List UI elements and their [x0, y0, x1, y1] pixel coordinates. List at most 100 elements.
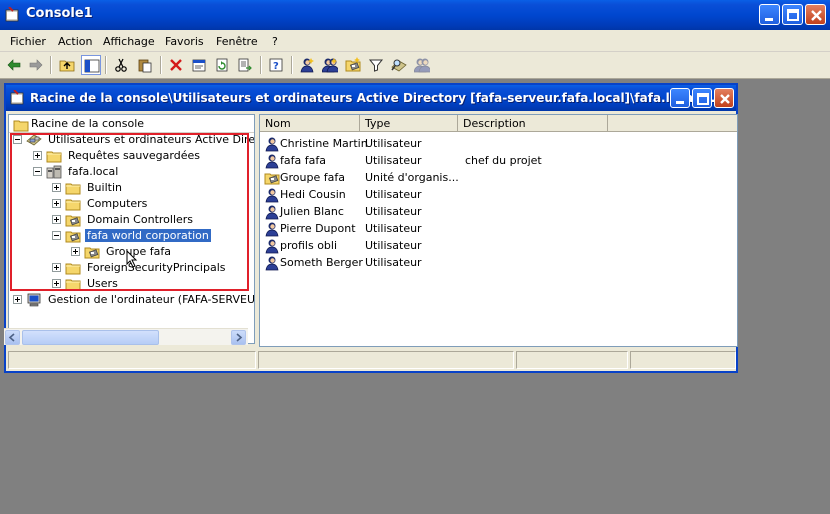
- up-one-level-button[interactable]: [57, 55, 77, 75]
- child-minimize-button[interactable]: [670, 88, 690, 108]
- list-row[interactable]: Christine Martin Utilisateur: [260, 135, 730, 152]
- chevron-right-icon: [236, 333, 243, 342]
- delete-icon: [170, 59, 182, 71]
- new-user-button[interactable]: [297, 55, 317, 75]
- maximize-icon: [787, 9, 799, 21]
- status-cell: [8, 351, 256, 369]
- user-icon: [264, 221, 280, 237]
- folder-icon: [13, 117, 29, 133]
- mmc-app-icon: [5, 7, 19, 22]
- tree-horizontal-scrollbar[interactable]: [4, 328, 248, 345]
- menu-fichier[interactable]: Fichier: [10, 35, 46, 48]
- expand-plus-icon[interactable]: [13, 295, 22, 304]
- column-header-description[interactable]: Description: [458, 115, 608, 132]
- scroll-left-button[interactable]: [5, 330, 20, 345]
- toolbar-separator: [260, 56, 262, 74]
- mmc-console-icon: [10, 90, 24, 105]
- child-window-title-bar[interactable]: Racine de la console\Utilisateurs et ord…: [6, 85, 736, 111]
- close-icon: [720, 94, 730, 104]
- paste-button[interactable]: [135, 55, 155, 75]
- cut-button[interactable]: [111, 55, 131, 75]
- menu-favoris[interactable]: Favoris: [165, 35, 204, 48]
- show-hide-tree-button[interactable]: [81, 55, 101, 75]
- back-button[interactable]: [4, 55, 24, 75]
- new-group-icon: [322, 58, 338, 73]
- menu-help[interactable]: ?: [272, 35, 278, 48]
- close-icon: [811, 10, 822, 21]
- child-close-button[interactable]: [714, 88, 734, 108]
- list-row[interactable]: Groupe fafa Unité d'organis...: [260, 169, 730, 186]
- tree-node-label: Gestion de l'ordinateur (FAFA-SERVEUR.F: [48, 293, 255, 306]
- list-cell-type: Utilisateur: [365, 188, 422, 201]
- app-title: Console1: [26, 6, 93, 21]
- new-ou-icon: [345, 57, 361, 73]
- list-cell-type: Utilisateur: [365, 205, 422, 218]
- refresh-icon: [216, 58, 228, 72]
- export-list-button[interactable]: [235, 55, 255, 75]
- toolbar: ?: [0, 52, 830, 79]
- menu-fenetre[interactable]: Fenêtre: [216, 35, 258, 48]
- user-icon: [264, 153, 280, 169]
- help-button[interactable]: ?: [266, 55, 286, 75]
- list-row[interactable]: profils obli Utilisateur: [260, 237, 730, 254]
- delete-button[interactable]: [166, 55, 186, 75]
- column-header-type[interactable]: Type: [360, 115, 458, 132]
- refresh-button[interactable]: [212, 55, 232, 75]
- list-row[interactable]: Julien Blanc Utilisateur: [260, 203, 730, 220]
- help-icon: ?: [269, 58, 283, 72]
- list-cell-name: Someth Berger: [280, 256, 363, 269]
- list-row[interactable]: fafa fafa Utilisateur chef du projet: [260, 152, 730, 169]
- list-cell-type: Utilisateur: [365, 239, 422, 252]
- computer-management-icon: [26, 292, 42, 308]
- new-group-button[interactable]: [320, 55, 340, 75]
- toolbar-separator: [160, 56, 162, 74]
- child-maximize-button[interactable]: [692, 88, 712, 108]
- user-icon: [264, 136, 280, 152]
- maximize-button[interactable]: [782, 4, 803, 25]
- filter-button[interactable]: [366, 55, 386, 75]
- properties-icon: [192, 59, 206, 72]
- column-header-name[interactable]: Nom: [260, 115, 360, 132]
- tree-root-label: Racine de la console: [31, 117, 145, 130]
- status-cell: [258, 351, 514, 369]
- back-arrow-icon: [7, 59, 21, 71]
- filter-icon: [368, 59, 384, 72]
- new-ou-button[interactable]: [343, 55, 363, 75]
- minimize-button[interactable]: [759, 4, 780, 25]
- maximize-icon: [697, 93, 709, 105]
- svg-text:?: ?: [273, 61, 279, 72]
- toolbar-separator: [50, 56, 52, 74]
- toolbar-separator: [291, 56, 293, 74]
- forward-arrow-icon: [29, 59, 43, 71]
- list-cell-name: fafa fafa: [280, 154, 326, 167]
- menu-action[interactable]: Action: [58, 35, 92, 48]
- find-button[interactable]: [389, 55, 409, 75]
- close-button[interactable]: [805, 4, 826, 25]
- list-cell-name: Pierre Dupont: [280, 222, 356, 235]
- minimize-icon: [676, 101, 684, 104]
- new-user-icon: [299, 58, 314, 73]
- list-cell-type: Utilisateur: [365, 154, 422, 167]
- list-cell-description: chef du projet: [465, 154, 542, 167]
- user-icon: [264, 255, 280, 271]
- add-to-group-icon: [414, 57, 430, 73]
- status-bar: [8, 351, 738, 371]
- list-row[interactable]: Someth Berger Utilisateur: [260, 254, 730, 271]
- properties-button[interactable]: [189, 55, 209, 75]
- scroll-thumb[interactable]: [22, 330, 159, 345]
- forward-button[interactable]: [26, 55, 46, 75]
- list-cell-type: Utilisateur: [365, 137, 422, 150]
- status-cell: [516, 351, 628, 369]
- chevron-left-icon: [8, 333, 15, 342]
- scroll-right-button[interactable]: [231, 330, 246, 345]
- details-list-pane[interactable]: Nom Type Description Christine Martin Uti…: [259, 114, 738, 347]
- list-cell-type: Utilisateur: [365, 256, 422, 269]
- add-to-group-button[interactable]: [412, 55, 432, 75]
- list-cell-name: Julien Blanc: [280, 205, 344, 218]
- list-row[interactable]: Pierre Dupont Utilisateur: [260, 220, 730, 237]
- tree-root-item[interactable]: Racine de la console: [9, 115, 254, 133]
- menu-affichage[interactable]: Affichage: [103, 35, 155, 48]
- list-row[interactable]: Hedi Cousin Utilisateur: [260, 186, 730, 203]
- minimize-icon: [765, 18, 773, 21]
- app-title-bar[interactable]: Console1: [0, 0, 830, 30]
